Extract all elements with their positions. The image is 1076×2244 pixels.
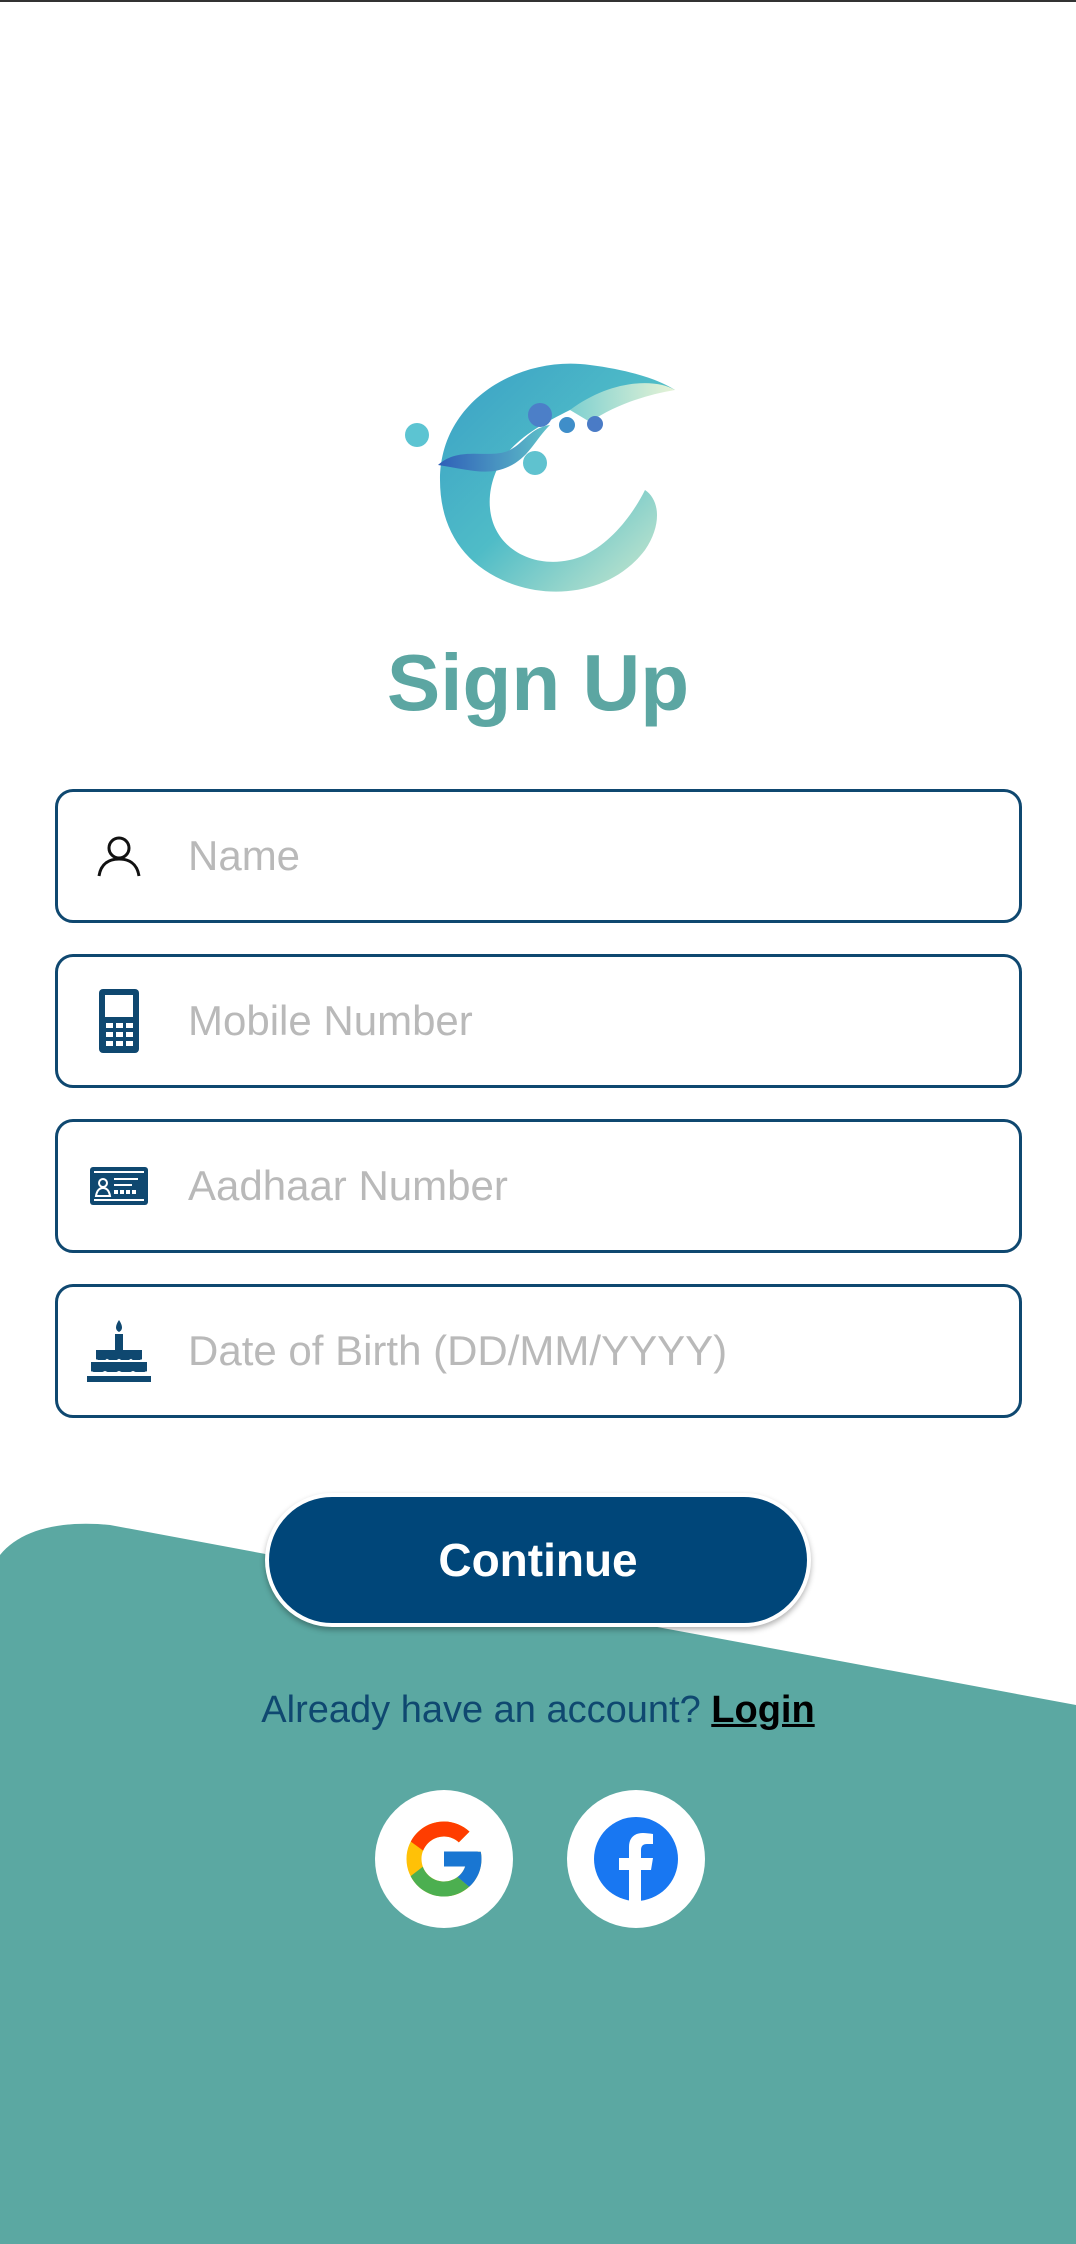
login-prompt-text: Already have an account? (261, 1689, 701, 1731)
birthday-cake-icon (84, 1316, 154, 1386)
google-icon (406, 1821, 482, 1897)
login-prompt-row: Already have an account? Login (0, 1685, 1076, 1735)
aadhaar-number-input[interactable] (188, 1162, 968, 1210)
page-title: Sign Up (386, 638, 690, 727)
google-sign-in-button[interactable] (375, 1790, 513, 1928)
name-field[interactable] (55, 789, 1022, 923)
facebook-icon (594, 1817, 678, 1902)
name-input[interactable] (188, 832, 968, 880)
mobile-phone-icon (84, 986, 154, 1056)
mobile-number-input[interactable] (188, 997, 968, 1045)
app-logo (400, 350, 680, 600)
mobile-number-field[interactable] (55, 954, 1022, 1088)
person-icon (84, 821, 154, 891)
date-of-birth-field[interactable] (55, 1284, 1022, 1418)
login-link[interactable]: Login (711, 1689, 814, 1731)
facebook-sign-in-button[interactable] (567, 1790, 705, 1928)
wave-c-logo-icon (405, 363, 675, 592)
id-card-icon (84, 1151, 154, 1221)
continue-button[interactable]: Continue (265, 1493, 811, 1627)
date-of-birth-input[interactable] (188, 1327, 968, 1375)
aadhaar-number-field[interactable] (55, 1119, 1022, 1253)
